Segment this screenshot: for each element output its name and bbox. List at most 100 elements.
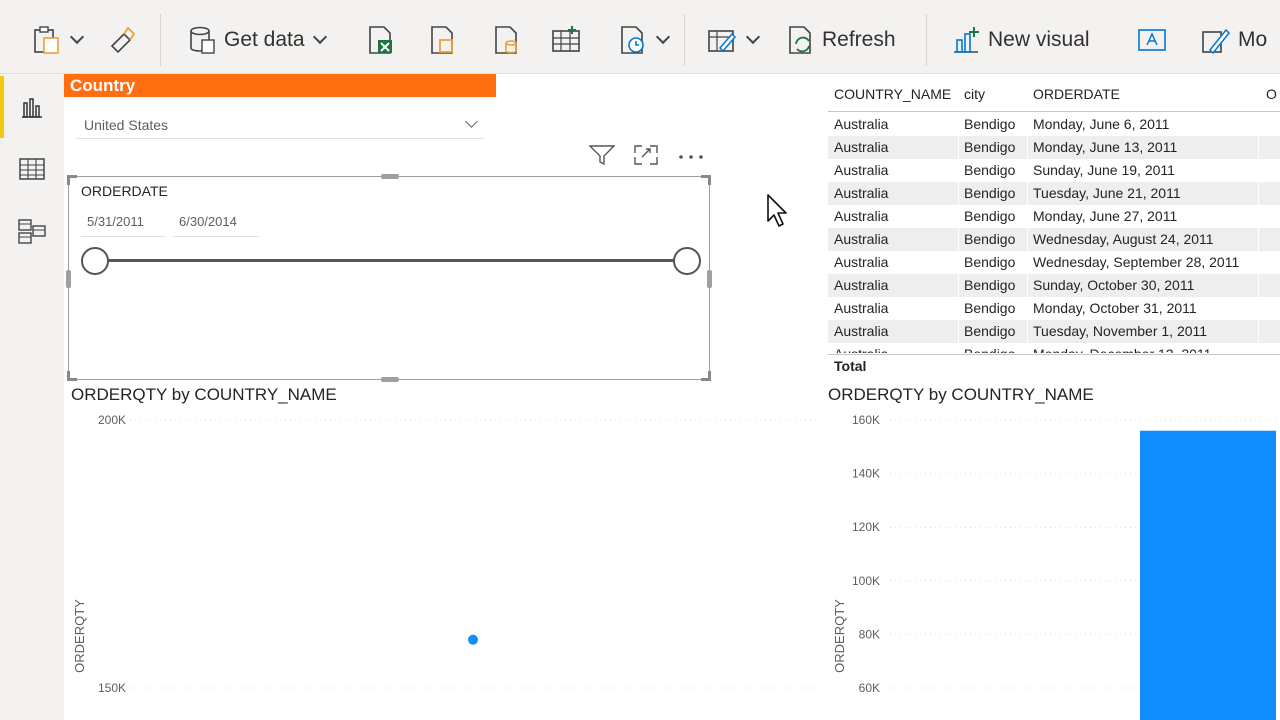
column-divider (1027, 136, 1028, 159)
model-view-button[interactable] (0, 200, 64, 262)
y-axis-label: ORDERQTY (832, 599, 847, 673)
column-divider (958, 251, 959, 274)
format-painter-button[interactable] (106, 18, 138, 62)
table-row[interactable]: Australia Bendigo Monday, June 13, 2011 (828, 136, 1280, 159)
table-icon (19, 158, 45, 180)
resize-handle-left[interactable] (66, 270, 71, 288)
table-row[interactable]: Australia Bendigo Sunday, October 30, 2011 (828, 274, 1280, 297)
column-divider (958, 297, 959, 320)
table-cell: Monday, June 13, 2011 (1033, 139, 1178, 155)
table-cell: Australia (834, 162, 889, 178)
y-tick-label: 120K (852, 520, 880, 534)
more-visuals-button[interactable]: Mo (1200, 18, 1267, 62)
scatter-chart[interactable]: 200K 150K ORDERQTY (64, 408, 824, 720)
filter-icon[interactable] (588, 144, 616, 171)
chevron-down-icon (69, 29, 85, 45)
resize-handle-bottom[interactable] (381, 377, 399, 382)
table-row[interactable]: Australia Bendigo Tuesday, June 21, 2011 (828, 182, 1280, 205)
table-cell: Bendigo (964, 277, 1016, 293)
date-range-track[interactable] (95, 259, 687, 262)
transform-data-button[interactable] (706, 18, 761, 62)
column-divider (1258, 343, 1259, 353)
resize-corner[interactable] (701, 175, 711, 185)
table-cell: Australia (834, 323, 889, 339)
orders-table[interactable]: COUNTRY_NAME city ORDERDATE O Australia B… (828, 74, 1280, 384)
resize-handle-top[interactable] (381, 174, 399, 179)
table-row[interactable]: Australia Bendigo Monday, June 27, 2011 (828, 205, 1280, 228)
resize-corner[interactable] (67, 175, 77, 185)
new-visual-button[interactable]: New visual (950, 18, 1090, 62)
table-cell: Wednesday, August 24, 2011 (1033, 231, 1214, 247)
table-cell: Bendigo (964, 116, 1016, 132)
start-date-handle[interactable] (81, 247, 109, 275)
table-cell: Bendigo (964, 254, 1016, 270)
table-row[interactable]: Australia Bendigo Sunday, June 19, 2011 (828, 159, 1280, 182)
model-icon (18, 219, 46, 244)
dataset-icon (431, 26, 453, 54)
table-body: Australia Bendigo Monday, June 6, 2011 Aust… (828, 113, 1280, 353)
resize-handle-right[interactable] (707, 270, 712, 288)
ribbon-separator (926, 14, 927, 66)
enter-data-button[interactable] (550, 18, 582, 62)
refresh-label: Refresh (822, 28, 896, 51)
scatter-point (468, 634, 478, 645)
table-row[interactable]: Australia Bendigo Tuesday, November 1, 201… (828, 320, 1280, 343)
report-view-button[interactable] (0, 76, 64, 138)
column-divider (1027, 228, 1028, 251)
active-view-indicator (0, 76, 4, 138)
get-data-button[interactable]: Get data (186, 18, 327, 62)
column-divider (958, 205, 959, 228)
column-divider (1027, 343, 1028, 353)
column-divider (1258, 182, 1259, 205)
focus-mode-icon[interactable] (633, 144, 659, 171)
recent-sources-button[interactable] (616, 18, 671, 62)
y-tick-label: 150K (98, 681, 126, 695)
table-grid-icon (552, 26, 580, 52)
column-divider (958, 113, 959, 136)
column-divider (958, 343, 959, 353)
column-divider (1258, 251, 1259, 274)
table-cell: Tuesday, June 21, 2011 (1033, 185, 1181, 201)
bar-chart[interactable]: 160K 140K 120K 100K 80K 60K ORDERQTY (824, 408, 1280, 720)
table-cell: Bendigo (964, 162, 1016, 178)
column-divider (1027, 182, 1028, 205)
resize-corner[interactable] (67, 371, 77, 381)
column-header-orderqty[interactable]: O (1266, 86, 1277, 102)
table-cell: Bendigo (964, 346, 1015, 353)
table-row[interactable]: Australia Bendigo Monday, December 12, 201… (828, 343, 1280, 353)
table-row[interactable]: Australia Bendigo Wednesday, August 24, 20… (828, 228, 1280, 251)
table-cell: Bendigo (964, 208, 1016, 224)
end-date-input[interactable]: 6/30/2014 (173, 211, 259, 237)
column-header-city[interactable]: city (964, 86, 985, 102)
table-cell: Australia (834, 277, 889, 293)
text-box-button[interactable] (1136, 18, 1168, 62)
orderdate-slicer[interactable]: ORDERDATE 5/31/2011 6/30/2014 (66, 174, 712, 382)
more-options-icon[interactable] (677, 149, 705, 167)
column-divider (1258, 159, 1259, 182)
resize-corner[interactable] (701, 371, 711, 381)
excel-button[interactable] (364, 18, 396, 62)
data-view-button[interactable] (0, 138, 64, 200)
table-row[interactable]: Australia Bendigo Wednesday, September 28,… (828, 251, 1280, 274)
new-visual-label: New visual (988, 28, 1090, 51)
column-divider (1027, 205, 1028, 228)
table-row[interactable]: Australia Bendigo Monday, October 31, 2011 (828, 297, 1280, 320)
start-date-input[interactable]: 5/31/2011 (81, 211, 165, 237)
paste-button[interactable] (30, 18, 85, 62)
table-row[interactable]: Australia Bendigo Monday, June 6, 2011 (828, 113, 1280, 136)
visual-header-icons (588, 144, 705, 171)
sql-server-button[interactable] (490, 18, 522, 62)
database-icon (190, 26, 215, 54)
dataflow-button[interactable] (426, 18, 458, 62)
table-cell: Australia (834, 139, 889, 155)
table-header: COUNTRY_NAME city ORDERDATE O (828, 82, 1280, 112)
more-visuals-icon (1202, 28, 1231, 55)
column-header-country[interactable]: COUNTRY_NAME (834, 86, 951, 102)
end-date-handle[interactable] (673, 247, 701, 275)
column-divider (958, 136, 959, 159)
refresh-button[interactable]: Refresh (784, 18, 896, 62)
text-box-icon (1138, 29, 1166, 51)
column-header-orderdate[interactable]: ORDERDATE (1033, 86, 1120, 102)
country-dropdown[interactable]: United States (76, 111, 484, 139)
chevron-down-icon (745, 29, 761, 45)
